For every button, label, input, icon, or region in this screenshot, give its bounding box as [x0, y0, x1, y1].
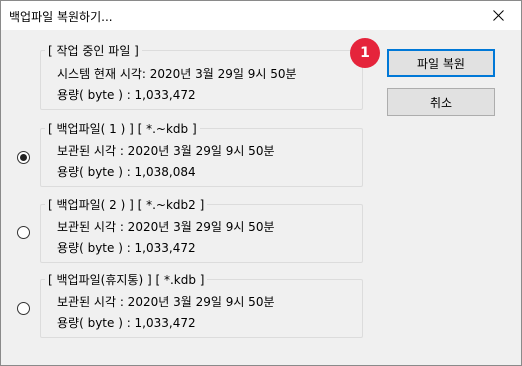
radio-selected-dot [20, 154, 27, 161]
backup-1-legend: [ 백업파일( 1 ) ] [ *.~kdb ] [45, 120, 200, 137]
backup-2-radio[interactable] [17, 226, 30, 239]
backup-2-size-text: 용량( byte ) : 1,033,472 [57, 241, 196, 255]
backup-trash-time-text: 보관된 시각 : 2020년 3월 29일 9시 50분 [57, 295, 275, 309]
backup-trash-legend: [ 백업파일(휴지통) ] [ *.kdb ] [45, 271, 208, 288]
restore-file-label: 파일 복원 [417, 56, 465, 71]
backup-1-size-text: 용량( byte ) : 1,038,084 [57, 165, 196, 179]
step-badge-number: 1 [360, 45, 370, 61]
close-button[interactable] [475, 1, 521, 30]
close-icon [492, 10, 504, 21]
backup-trash-radio[interactable] [17, 302, 30, 315]
current-time-text: 시스템 현재 시각: 2020년 3월 29일 9시 50분 [57, 67, 297, 81]
current-file-legend: [ 작업 중인 파일 ] [45, 42, 142, 59]
backup-1-time-text: 보관된 시각 : 2020년 3월 29일 9시 50분 [57, 144, 275, 158]
backup-1-group: [ 백업파일( 1 ) ] [ *.~kdb ] 보관된 시각 : 2020년 … [40, 120, 363, 187]
backup-2-time-text: 보관된 시각 : 2020년 3월 29일 9시 50분 [57, 220, 275, 234]
restore-backup-dialog: 백업파일 복원하기... [ 작업 중인 파일 ] 시스템 현재 시각: 202… [0, 0, 522, 366]
cancel-button[interactable]: 취소 [387, 88, 495, 116]
backup-trash-group: [ 백업파일(휴지통) ] [ *.kdb ] 보관된 시각 : 2020년 3… [40, 271, 363, 338]
backup-2-legend: [ 백업파일( 2 ) ] [ *.~kdb2 ] [45, 196, 208, 213]
backup-1-radio[interactable] [17, 151, 30, 164]
window-title: 백업파일 복원하기... [9, 10, 113, 24]
cancel-label: 취소 [429, 95, 453, 110]
title-bar[interactable]: 백업파일 복원하기... [1, 1, 521, 30]
current-file-group: [ 작업 중인 파일 ] 시스템 현재 시각: 2020년 3월 29일 9시 … [40, 42, 363, 110]
step-badge: 1 [350, 38, 380, 68]
backup-2-group: [ 백업파일( 2 ) ] [ *.~kdb2 ] 보관된 시각 : 2020년… [40, 196, 363, 263]
current-size-text: 용량( byte ) : 1,033,472 [57, 88, 196, 102]
backup-trash-size-text: 용량( byte ) : 1,033,472 [57, 316, 196, 330]
restore-file-button[interactable]: 파일 복원 [387, 49, 495, 77]
